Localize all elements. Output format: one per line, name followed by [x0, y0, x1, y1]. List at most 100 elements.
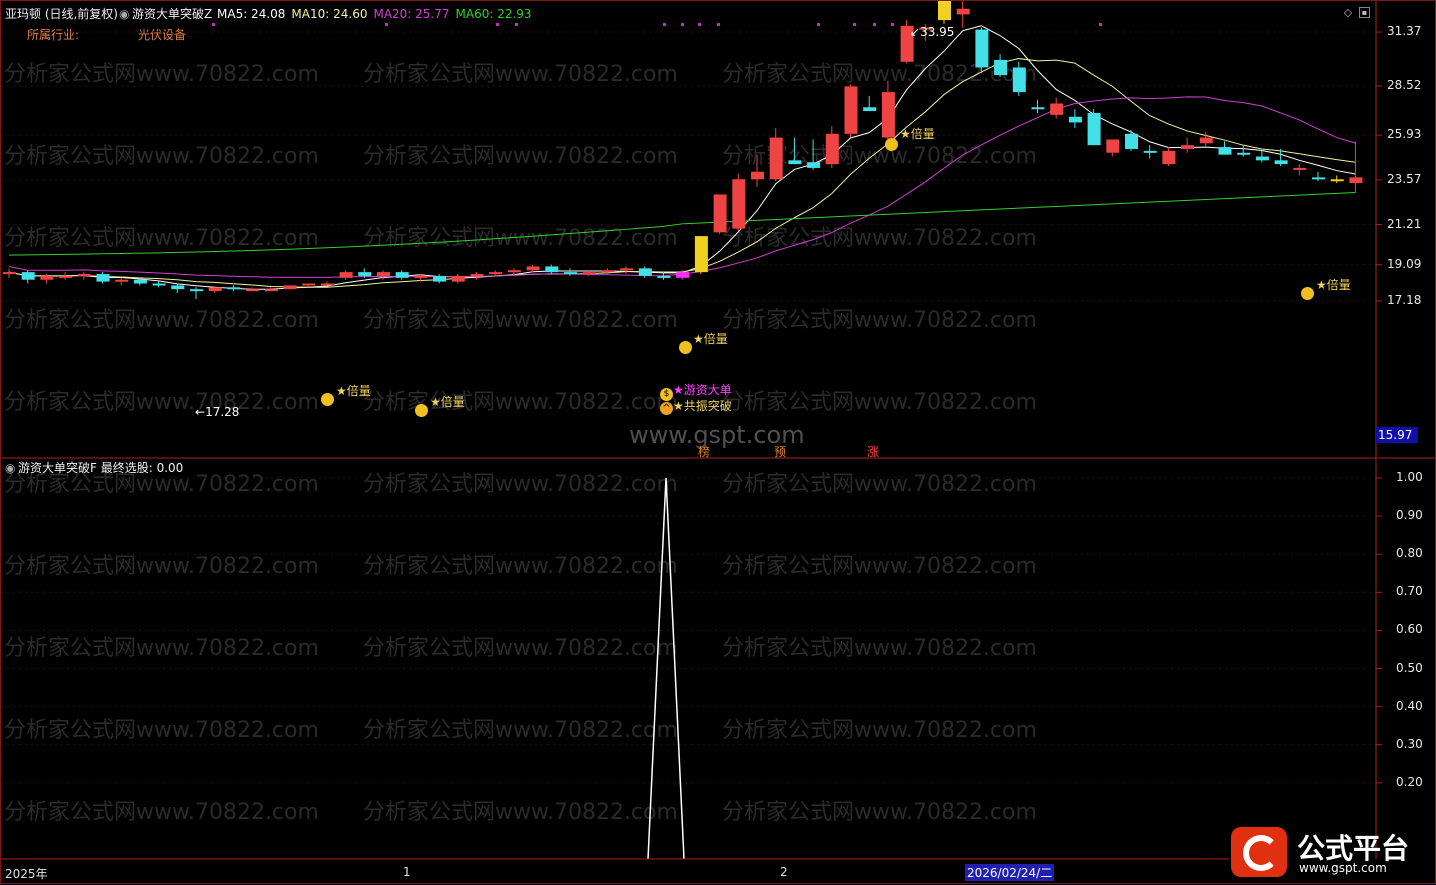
sub-collapse-icon[interactable]: ◉ [5, 461, 15, 475]
low-value: 17.28 [205, 405, 240, 419]
candle-body [358, 272, 372, 276]
candle-body [115, 279, 129, 282]
candle-body [601, 270, 615, 273]
candle-body [769, 137, 783, 180]
signal-spike [647, 477, 685, 860]
candle-body [751, 171, 764, 180]
sub-tick-label: 0.40 [1396, 698, 1423, 713]
cursor-date: 2026/02/24/二 [965, 864, 1055, 881]
high-value: 33.95 [920, 25, 955, 39]
candle-body [470, 274, 484, 277]
candle-body [526, 266, 540, 271]
candle-body [283, 285, 297, 290]
candle-body [676, 272, 690, 278]
candle-body [1312, 177, 1325, 180]
candle-body [863, 107, 877, 112]
smiley-icon [679, 341, 692, 354]
smiley-icon [885, 138, 898, 151]
candle-body [507, 270, 521, 273]
up-arrow-icon: ^ [660, 402, 673, 415]
sub-tick-label: 1.00 [1396, 470, 1423, 484]
candle-body [395, 272, 409, 278]
candle-body [938, 1, 951, 21]
candle-body [1031, 107, 1045, 110]
candle-body [302, 283, 316, 286]
ma60-line [8, 192, 1356, 256]
price-tick-label: 21.21 [1387, 216, 1422, 231]
candle-body [1050, 103, 1064, 115]
candle-body [788, 160, 802, 165]
candle-body [1087, 112, 1101, 146]
price-tick-label: 19.09 [1387, 256, 1422, 271]
candle-body [956, 8, 970, 15]
candle-body [994, 59, 1008, 76]
candle-body [638, 268, 652, 276]
signal-dot [681, 23, 684, 26]
logo-url: www.gspt.com [1299, 861, 1387, 875]
logo-g-icon [1231, 827, 1287, 877]
candle-body [545, 266, 559, 273]
gspt-logo: 公式平台 www.gspt.com [1231, 827, 1427, 877]
month-label-2: 2 [780, 865, 788, 879]
signal-dot [663, 23, 666, 26]
ma10-line [8, 58, 1356, 288]
year-label: 2025年 [5, 867, 48, 881]
price-tick-label: 25.93 [1387, 127, 1422, 142]
sub-indicator-title[interactable]: 游资大单突破F 最终选股: 0.00 [18, 461, 183, 475]
candle-body [152, 283, 166, 286]
signal-breakout: ★共振突破 [673, 399, 732, 413]
low-marker: ←17.28 [195, 405, 240, 419]
money-bag-icon: $ [660, 388, 673, 401]
price-tick-label: 31.37 [1387, 24, 1422, 39]
signal-dot [212, 23, 215, 26]
smiley-icon [321, 393, 334, 406]
candle-body [1255, 156, 1269, 161]
high-marker: ↙33.95 [910, 25, 955, 39]
price-tick-label: 23.57 [1387, 171, 1422, 186]
signal-double-3: ★倍量 [693, 332, 728, 346]
candle-body [96, 274, 110, 282]
sub-tick-label: 0.50 [1396, 660, 1423, 675]
sub-tick-label: 0.90 [1396, 508, 1423, 523]
signal-double-2: ★倍量 [430, 395, 465, 409]
candle-body [264, 289, 278, 292]
candle-body [1125, 133, 1138, 149]
price-tick-label: 28.52 [1387, 78, 1422, 93]
candle-body [713, 194, 727, 233]
candle-body [40, 275, 54, 280]
signal-dot [891, 23, 894, 26]
candle-body [320, 283, 334, 286]
candle-body [1218, 147, 1232, 155]
signal-dot [385, 23, 388, 26]
candle-body [1106, 139, 1120, 153]
sub-tick-label: 0.70 [1396, 584, 1423, 599]
candle-body [564, 272, 577, 275]
candle-body [881, 92, 895, 138]
signal-dot [717, 23, 720, 26]
signal-dot [853, 23, 856, 26]
smiley-icon [1301, 287, 1314, 300]
signal-dot [496, 23, 499, 26]
candle-body [246, 289, 260, 292]
ma20-line [8, 96, 1356, 278]
tag-rise: 涨 [867, 445, 880, 459]
candle-body [3, 272, 16, 275]
candle-body [171, 285, 185, 290]
sub-tick-label: 0.60 [1396, 622, 1423, 637]
candle-body [582, 272, 596, 275]
ma5-line [8, 25, 1356, 290]
candle-body [489, 272, 503, 275]
candle-body [1274, 160, 1288, 165]
candle-body [732, 179, 746, 229]
smiley-icon [415, 404, 428, 417]
candle-body [1199, 137, 1213, 144]
candle-body [1012, 67, 1026, 93]
signal-double-5: ★倍量 [1316, 278, 1351, 292]
candle-body [208, 287, 222, 292]
candle-body [451, 275, 465, 282]
candle-body [1143, 150, 1157, 153]
candle-body [825, 133, 839, 165]
candle-body [844, 86, 858, 134]
tag-forecast: 预 [774, 445, 787, 459]
signal-dot [698, 23, 701, 26]
